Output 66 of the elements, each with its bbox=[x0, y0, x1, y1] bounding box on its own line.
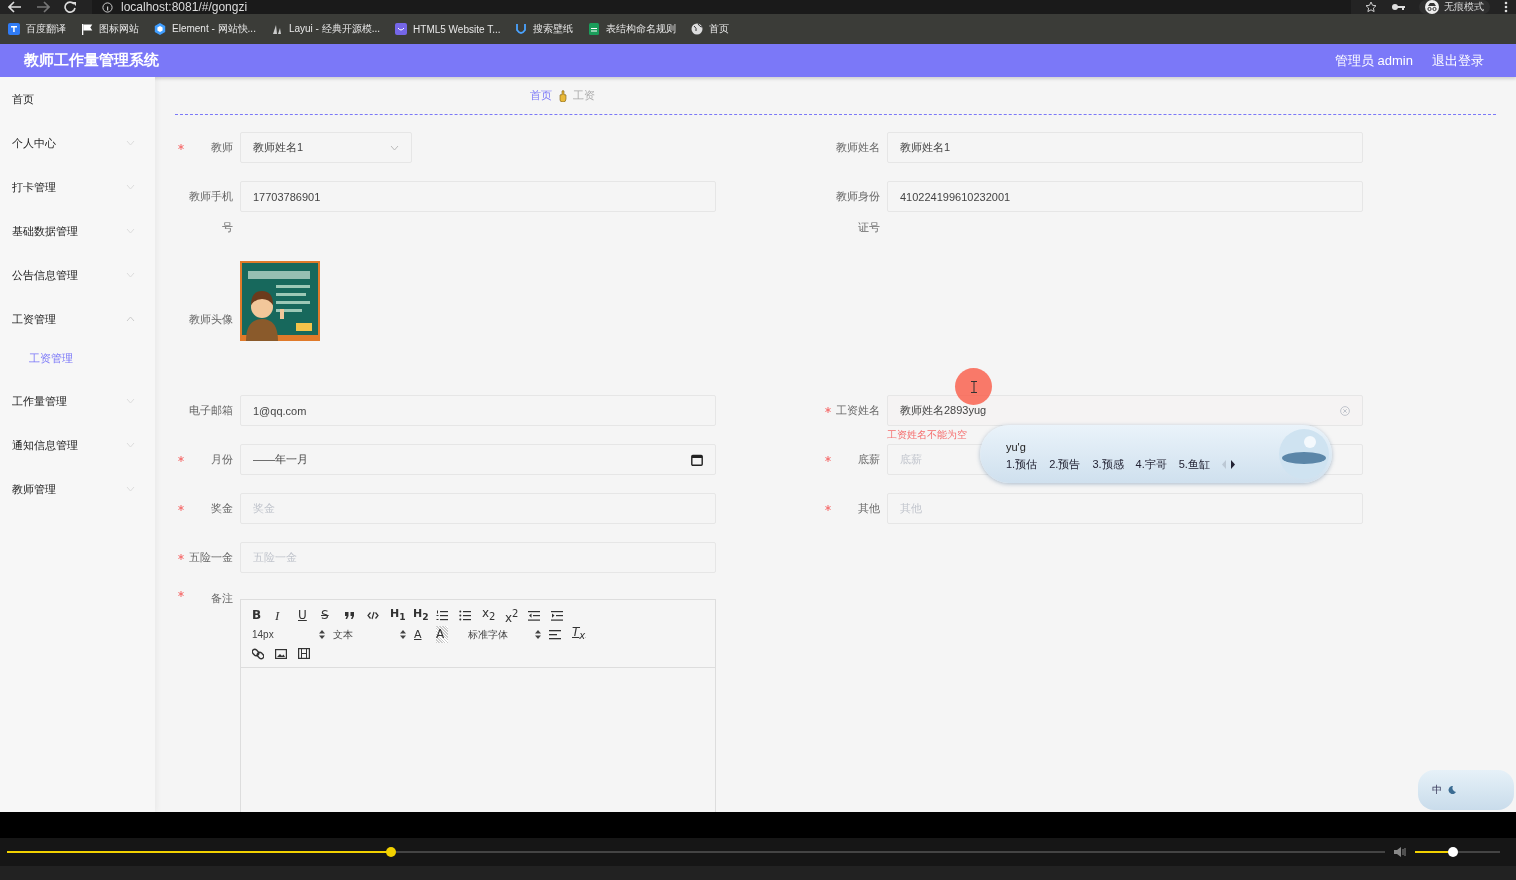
incognito-badge[interactable]: 无痕模式 bbox=[1419, 0, 1490, 14]
logout-link[interactable]: 退出登录 bbox=[1432, 51, 1484, 70]
sidebar-item[interactable]: 通知信息管理 bbox=[0, 423, 155, 467]
format-select[interactable]: 文本 bbox=[333, 627, 414, 642]
italic-button[interactable]: I bbox=[275, 607, 298, 624]
sidebar-item[interactable]: 首页 bbox=[0, 77, 155, 121]
field-label: 教师头像 bbox=[188, 312, 233, 327]
script-button[interactable]: x$^{2}$ bbox=[505, 604, 528, 627]
input-field[interactable]: 17703786901 bbox=[240, 181, 716, 212]
field-label: 教师身份证号 bbox=[835, 189, 880, 235]
app-title: 教师工作量管理系统 bbox=[24, 51, 159, 70]
field-label: 工资姓名 bbox=[835, 403, 880, 418]
user-name: 管理员 admin bbox=[1334, 51, 1413, 70]
clean-button[interactable]: T$_{x}$ bbox=[572, 624, 595, 645]
sidebar-item[interactable]: 基础数据管理 bbox=[0, 209, 155, 253]
sidebar-item[interactable]: 打卡管理 bbox=[0, 165, 155, 209]
sidebar-item[interactable]: 工资管理 bbox=[0, 297, 155, 341]
field-label: 底薪 bbox=[857, 452, 880, 467]
bold-button[interactable]: B bbox=[252, 607, 275, 624]
field-label: 教师 bbox=[210, 140, 233, 155]
strike-button[interactable]: S bbox=[321, 607, 344, 624]
heading-button[interactable]: H$_{2}$ bbox=[413, 605, 436, 626]
ime-candidate[interactable]: 4.宇哥 bbox=[1135, 456, 1167, 472]
sidebar-item[interactable]: 工作量管理 bbox=[0, 379, 155, 423]
field-label: 备注 bbox=[210, 591, 233, 605]
submenu-item[interactable]: 工资管理 bbox=[0, 338, 155, 379]
field-label: 教师手机号 bbox=[188, 189, 233, 235]
sidebar-item[interactable]: 个人中心 bbox=[0, 121, 155, 165]
field-label: 教师姓名 bbox=[835, 140, 880, 155]
ime-composition: yu'g bbox=[1006, 439, 1027, 455]
field-label: 奖金 bbox=[210, 501, 233, 516]
field-label: 月份 bbox=[210, 452, 233, 467]
input-field[interactable]: 教师姓名2893yug bbox=[887, 395, 1363, 426]
format-select[interactable]: 14px bbox=[252, 629, 333, 640]
text-color-button[interactable]: A bbox=[414, 626, 436, 643]
bookmark-link[interactable]: HTML5 Website T... bbox=[395, 23, 501, 35]
ime-status-bar[interactable]: 中 bbox=[1418, 770, 1514, 810]
ime-candidate[interactable]: 5.鱼缸 bbox=[1178, 456, 1210, 472]
bookmark-link[interactable]: Element - 网站快... bbox=[154, 22, 256, 36]
field-label: 电子邮箱 bbox=[188, 403, 233, 418]
teacher-select[interactable]: 教师姓名1 bbox=[240, 132, 412, 163]
input-field[interactable]: 教师姓名1 bbox=[887, 132, 1363, 163]
input-field[interactable]: 410224199610232001 bbox=[887, 181, 1363, 212]
error-message: 工资姓名不能为空 bbox=[887, 428, 967, 442]
bookmark-link[interactable]: 图标网站 bbox=[81, 22, 139, 36]
field-label: 其他 bbox=[857, 501, 880, 516]
url-text[interactable]: localhost:8081/#/gongzi bbox=[121, 0, 248, 14]
highlight-button[interactable]: A bbox=[436, 626, 448, 643]
input-field[interactable]: 1@qq.com bbox=[240, 395, 716, 426]
sidebar-item[interactable]: 公告信息管理 bbox=[0, 253, 155, 297]
heading-button[interactable]: H$_{1}$ bbox=[390, 605, 413, 626]
bookmark-link[interactable]: 首页 bbox=[691, 22, 730, 36]
bookmark-link[interactable]: 表结构命名规则 bbox=[588, 22, 677, 36]
script-button[interactable]: x$_{2}$ bbox=[482, 605, 505, 626]
field-label: 五险一金 bbox=[188, 550, 233, 565]
bookmark-link[interactable]: 搜索壁纸 bbox=[515, 22, 574, 36]
format-select[interactable]: 标准字体 bbox=[468, 627, 549, 642]
ime-candidate[interactable]: 2.预告 bbox=[1049, 456, 1081, 472]
ime-candidate[interactable]: 3.预感 bbox=[1092, 456, 1124, 472]
underline-button[interactable]: U bbox=[298, 607, 321, 624]
date-field[interactable]: ——年一月 bbox=[240, 444, 716, 475]
bookmark-link[interactable]: Layui - 经典开源模... bbox=[270, 22, 381, 36]
ime-candidate[interactable]: 1.预估 bbox=[1006, 456, 1038, 472]
sidebar-item[interactable]: 教师管理 bbox=[0, 467, 155, 511]
rich-text-editor[interactable]: B I U S H$_{1}$ H$_{2}$ x$_{2}$ x$^{2}$ 14px 文本 A A 标准字体 T$_{x}$ bbox=[240, 599, 716, 812]
bookmark-link[interactable]: 百度翻译 bbox=[8, 22, 66, 36]
